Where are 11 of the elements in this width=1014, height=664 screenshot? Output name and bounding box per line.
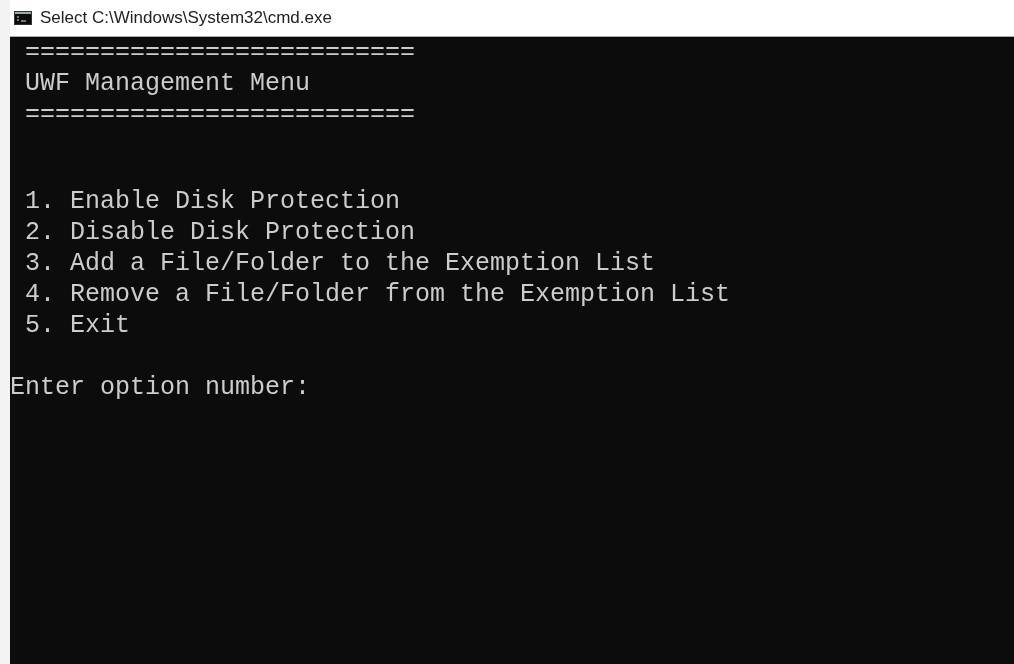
- menu-option: 2. Disable Disk Protection: [10, 217, 416, 248]
- menu-option: 3. Add a File/Folder to the Exemption List: [10, 248, 656, 279]
- menu-option: 1. Enable Disk Protection: [10, 186, 401, 217]
- separator-line: ==========================: [24, 37, 416, 68]
- menu-option: 4. Remove a File/Folder from the Exemption List: [10, 279, 731, 310]
- menu-option: 5. Exit: [10, 310, 131, 341]
- command-prompt-icon: [14, 11, 32, 25]
- input-prompt: Enter option number:: [10, 372, 311, 403]
- menu-heading: UWF Management Menu: [24, 68, 311, 99]
- window-title: Select C:\Windows\System32\cmd.exe: [40, 7, 332, 30]
- separator-line: ==========================: [24, 99, 416, 130]
